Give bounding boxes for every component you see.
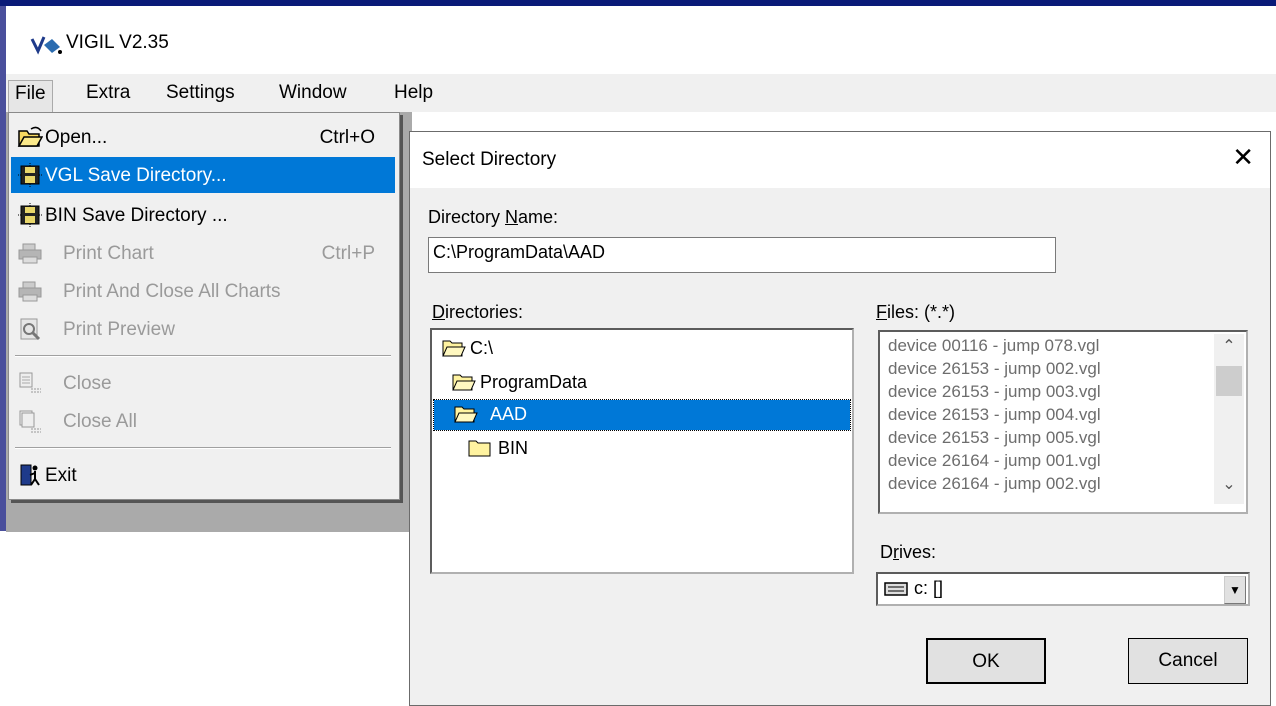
exit-door-icon <box>20 464 40 486</box>
file-item[interactable]: device 26153 - jump 003.vgl <box>888 382 1101 405</box>
menu-item-print-and-close-all[interactable]: Print And Close All Charts <box>11 273 395 309</box>
file-item[interactable]: device 26164 - jump 002.vgl <box>888 474 1101 497</box>
files-label: Files: (*.*) <box>876 302 956 322</box>
menu-item-exit[interactable]: Exit <box>11 457 395 493</box>
menu-extra[interactable]: Extra <box>84 82 132 104</box>
menu-settings[interactable]: Settings <box>164 82 237 104</box>
app-title: VIGIL V2.35 <box>66 32 169 53</box>
scroll-up-icon[interactable]: ⌃ <box>1214 336 1244 366</box>
directory-label: C:\ <box>470 338 494 358</box>
menubar: File Extra Settings Window Help <box>6 74 1276 113</box>
menu-separator <box>15 447 391 449</box>
menu-item-shortcut: Ctrl+O <box>319 127 375 148</box>
directory-name-field[interactable]: C:\ProgramData\AAD <box>428 237 1056 273</box>
drive-icon <box>884 582 908 596</box>
drives-label: Drives: <box>880 542 937 562</box>
menu-item-print-chart[interactable]: Print Chart Ctrl+P <box>11 235 395 271</box>
menu-item-label: Close <box>63 373 112 394</box>
directory-label: ProgramData <box>480 372 588 392</box>
file-item[interactable]: device 26164 - jump 001.vgl <box>888 451 1101 474</box>
open-folder-icon <box>452 374 476 391</box>
menu-item-label: Open... <box>45 127 108 148</box>
menu-item-open[interactable]: Open... Ctrl+O <box>11 119 395 155</box>
menu-file[interactable]: File <box>8 80 53 113</box>
scroll-down-icon[interactable]: ⌄ <box>1214 474 1244 504</box>
app-titlebar <box>6 6 1276 74</box>
menu-item-label: BIN Save Directory ... <box>45 205 228 226</box>
dialog-title: Select Directory <box>422 149 557 170</box>
chevron-down-icon[interactable]: ▼ <box>1224 576 1246 604</box>
files-scrollbar[interactable]: ⌃ ⌄ <box>1214 334 1244 504</box>
file-item[interactable]: device 00116 - jump 078.vgl <box>888 336 1099 359</box>
close-icon[interactable]: ✕ <box>1232 142 1254 173</box>
vigil-logo-icon <box>30 36 62 55</box>
print-preview-icon <box>20 318 41 341</box>
directory-item-aad[interactable]: AAD <box>433 399 851 431</box>
menu-item-vgl-save-directory[interactable]: VGL Save Directory... <box>11 157 395 193</box>
open-folder-icon <box>454 406 478 423</box>
ok-button[interactable]: OK <box>926 638 1046 684</box>
directories-label: Directories: <box>432 302 524 322</box>
directory-item-bin[interactable]: BIN <box>462 434 662 464</box>
drives-select[interactable]: c: [] ▼ <box>876 572 1250 606</box>
save-directory-icon <box>18 163 42 187</box>
printer-icon <box>18 281 42 302</box>
menu-help[interactable]: Help <box>392 82 435 104</box>
menu-item-label: VGL Save Directory... <box>45 165 227 186</box>
menu-item-close-all[interactable]: Close All <box>11 403 395 439</box>
file-item[interactable]: device 26153 - jump 002.vgl <box>888 359 1101 382</box>
directory-item-c[interactable]: C:\ <box>436 334 636 364</box>
menu-item-bin-save-directory[interactable]: BIN Save Directory ... <box>11 197 395 233</box>
menu-item-label: Close All <box>63 411 137 432</box>
menu-item-label: Print Preview <box>63 319 175 340</box>
menu-item-label: Print Chart <box>63 243 154 264</box>
cancel-button[interactable]: Cancel <box>1128 638 1248 684</box>
save-directory-icon <box>18 203 42 227</box>
open-folder-icon <box>442 340 466 357</box>
directory-label: BIN <box>498 438 529 458</box>
directory-name-label: Directory Name: <box>428 207 559 227</box>
dialog-titlebar: Select Directory ✕ <box>410 132 1270 188</box>
drive-value: c: [] <box>914 578 944 598</box>
printer-icon <box>18 243 42 264</box>
directory-label: AAD <box>490 404 528 424</box>
folder-icon <box>468 440 491 457</box>
menu-item-print-preview[interactable]: Print Preview <box>11 311 395 347</box>
menu-separator <box>15 355 391 357</box>
directory-item-programdata[interactable]: ProgramData <box>446 368 666 398</box>
menu-window[interactable]: Window <box>277 82 349 104</box>
menu-item-shortcut: Ctrl+P <box>321 243 375 264</box>
scroll-thumb[interactable] <box>1216 366 1242 396</box>
files-listbox[interactable]: device 00116 - jump 078.vgl device 26153… <box>878 330 1248 514</box>
open-folder-icon <box>17 126 43 147</box>
menu-item-close[interactable]: Close <box>11 365 395 401</box>
file-menu-dropdown: Open... Ctrl+O VGL Save Directory... BIN… <box>8 112 400 500</box>
close-window-icon <box>19 372 41 393</box>
menu-item-label: Print And Close All Charts <box>63 281 281 302</box>
select-directory-dialog: Select Directory ✕ Directory Name: C:\Pr… <box>409 131 1271 706</box>
menu-item-label: Exit <box>45 465 77 486</box>
directories-listbox[interactable]: C:\ ProgramData AAD BIN <box>430 328 854 574</box>
close-all-icon <box>19 410 41 433</box>
file-item[interactable]: device 26153 - jump 004.vgl <box>888 405 1101 428</box>
file-item[interactable]: device 26153 - jump 005.vgl <box>888 428 1101 451</box>
